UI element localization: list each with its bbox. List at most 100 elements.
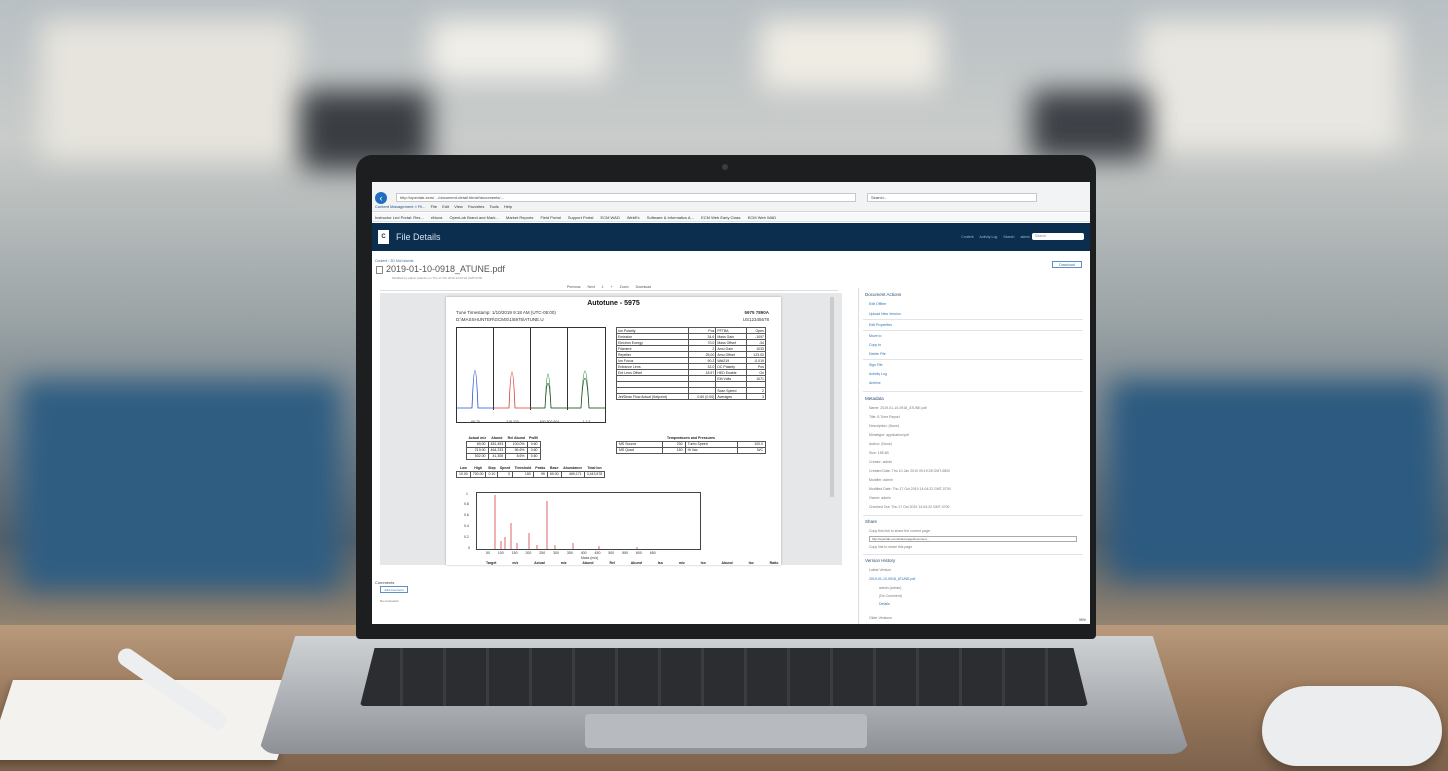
nav-content[interactable]: Content: [961, 235, 973, 239]
peak-219-trace: [494, 371, 531, 409]
zoom-in-button[interactable]: +: [611, 285, 613, 289]
temperatures-table: Temperatures and Pressures MS Source 230 T…: [615, 435, 766, 454]
upload-new-version-action[interactable]: Upload New Version: [869, 312, 901, 316]
right-sidebar: Document Actions Edit Offline Upload New…: [858, 288, 1086, 624]
favorite-link[interactable]: Field Portal: [540, 215, 560, 220]
address-bar[interactable]: http://openlab-ecm/…/document-detail.htm…: [396, 193, 856, 202]
spectrum-x-label: Mass (m/z): [581, 556, 599, 560]
trackpad: [585, 714, 867, 748]
favorite-link[interactable]: Support Portal: [568, 215, 594, 220]
favorite-link[interactable]: ECM Web Early Class: [701, 215, 741, 220]
nav-user[interactable]: admin: [1020, 235, 1030, 239]
version-details-link[interactable]: Details: [879, 602, 890, 606]
metadata-modifier: Modifier: admin: [869, 478, 893, 482]
next-page-button[interactable]: Next: [587, 285, 594, 289]
target-table-header: Target m/z Actual m/z Abund Rel Abund Is…: [486, 561, 779, 565]
tab-title[interactable]: Content Management » Fil...: [375, 204, 425, 209]
favorite-link[interactable]: Instructor Led Portal: Res...: [375, 215, 424, 220]
cell: 8.6%: [505, 452, 528, 460]
favorite-link[interactable]: Software & Informatics A...: [647, 215, 694, 220]
pdf-viewer[interactable]: Autotune - 5975 Tune Timestamp: 1/10/201…: [380, 293, 842, 565]
version-history-heading[interactable]: Version History: [865, 558, 895, 563]
window-light: [430, 20, 610, 80]
peak-axis-label: 69 70: [471, 420, 480, 424]
divider: [863, 515, 1083, 516]
app-search-input[interactable]: Search: [1032, 233, 1084, 240]
cell: 99: [532, 470, 548, 478]
menu-help[interactable]: Help: [504, 204, 512, 209]
nav-activity-log[interactable]: Activity Log: [979, 235, 997, 239]
menu-file[interactable]: File: [431, 204, 437, 209]
zoom-select[interactable]: Zoom: [620, 285, 629, 289]
modified-info: Modified by admin (admin) on Thu 17 Oct …: [392, 276, 483, 280]
share-link-input[interactable]: http://openlab-ecm/share/page/document..…: [869, 536, 1077, 542]
favorite-link[interactable]: Market Reports: [506, 215, 533, 220]
favorites-bar: Instructor Led Portal: Res... eNova Open…: [372, 213, 1090, 222]
file-name: 2019-01-10-0918_ATUNE.pdf: [386, 264, 505, 274]
add-comment-button[interactable]: Add Comment: [380, 586, 408, 593]
edit-properties-action[interactable]: Edit Properties: [869, 323, 892, 327]
edit-offline-action[interactable]: Edit Offline: [869, 302, 886, 306]
menu-view[interactable]: View: [454, 204, 463, 209]
webcam: [722, 164, 728, 170]
download-button[interactable]: Download: [1052, 261, 1082, 268]
activity-log-action[interactable]: Activity Log: [869, 372, 887, 376]
viewer-scrollbar[interactable]: [830, 297, 834, 497]
cell: 469,171: [560, 470, 585, 478]
copy-to-action[interactable]: Copy to: [869, 343, 881, 347]
window-light: [40, 20, 300, 160]
cell: 69.00: [546, 470, 562, 478]
menu-favorites[interactable]: Favorites: [468, 204, 484, 209]
serial-number: US12345678: [742, 317, 769, 322]
divider: [863, 319, 1083, 320]
tune-path: D:\MASSHUNTER\GCMS\1\5975\ATUNE.U: [456, 317, 544, 322]
cell: Jet/Dean Flow Actual (Setpoint): [616, 393, 689, 400]
menu-edit[interactable]: Edit: [442, 204, 449, 209]
favorite-link[interactable]: OpenLab Brand and Mark...: [450, 215, 499, 220]
peak-axis-label: 1 2 3: [582, 420, 591, 424]
document-actions-heading[interactable]: Document Actions: [865, 292, 901, 297]
delete-file-action[interactable]: Delete File: [869, 352, 886, 356]
previous-page-button[interactable]: Previous: [567, 285, 581, 289]
menu-tools[interactable]: Tools: [489, 204, 498, 209]
peak-panel: 69 70: [457, 328, 494, 424]
spectrum-bars: [494, 495, 638, 549]
cell: MS Quad: [615, 446, 664, 454]
cell: 41,308: [487, 452, 507, 460]
divider: [863, 554, 1083, 555]
favorite-link[interactable]: WebEx: [627, 215, 640, 220]
favorite-link[interactable]: eNova: [431, 215, 443, 220]
main-content: Content › 3D Mol Islands 2019-01-10-0918…: [372, 251, 1090, 624]
laptop-keyboard: [360, 648, 1088, 706]
breadcrumb[interactable]: Content › 3D Mol Islands: [375, 259, 414, 263]
sign-file-action[interactable]: Sign File: [869, 363, 883, 367]
metadata-author: Author: (None): [869, 442, 892, 446]
archive-action[interactable]: Archive: [869, 381, 881, 385]
peak-axis-label: 218 220: [506, 420, 519, 424]
metadata-heading[interactable]: Metadata: [865, 396, 884, 401]
back-arrow-icon[interactable]: ‹: [375, 192, 387, 204]
y-tick: 0.4: [464, 524, 469, 528]
metadata-description: Description: (None): [869, 424, 900, 428]
peak-panel: 1 2 3: [568, 328, 605, 424]
share-heading[interactable]: Share: [865, 519, 877, 524]
cell: 10.00: [456, 470, 471, 478]
blue-furniture: [1110, 380, 1440, 580]
latest-version-file[interactable]: 2019-01-10-0918_ATUNE.pdf: [869, 577, 915, 581]
zoom-level[interactable]: 95%: [1079, 618, 1086, 622]
browser-search-input[interactable]: Search...: [867, 193, 1037, 202]
favorite-link[interactable]: ECM Web WAD: [748, 215, 776, 220]
move-to-action[interactable]: Move to: [869, 334, 881, 338]
page-number-input[interactable]: 1: [602, 285, 604, 289]
nav-search[interactable]: Search: [1003, 235, 1014, 239]
y-tick: 0.8: [464, 502, 469, 506]
window-light: [1140, 20, 1400, 150]
peak-69-trace: [457, 370, 494, 409]
favorite-link[interactable]: ECM WAD: [601, 215, 620, 220]
pdf-page: Autotune - 5975 Tune Timestamp: 1/10/201…: [446, 297, 781, 565]
latest-version-user: admin (admin): [879, 586, 902, 590]
cell: 3: [746, 393, 766, 400]
tune-timestamp: Tune Timestamp: 1/10/2019 9:18 AM (UTC-0…: [456, 310, 556, 315]
viewer-download-button[interactable]: Download: [636, 285, 652, 289]
tune-parameters-table: Ion Polarity Pos PFTBA Open Emission 34.6 Mass…: [616, 327, 766, 400]
